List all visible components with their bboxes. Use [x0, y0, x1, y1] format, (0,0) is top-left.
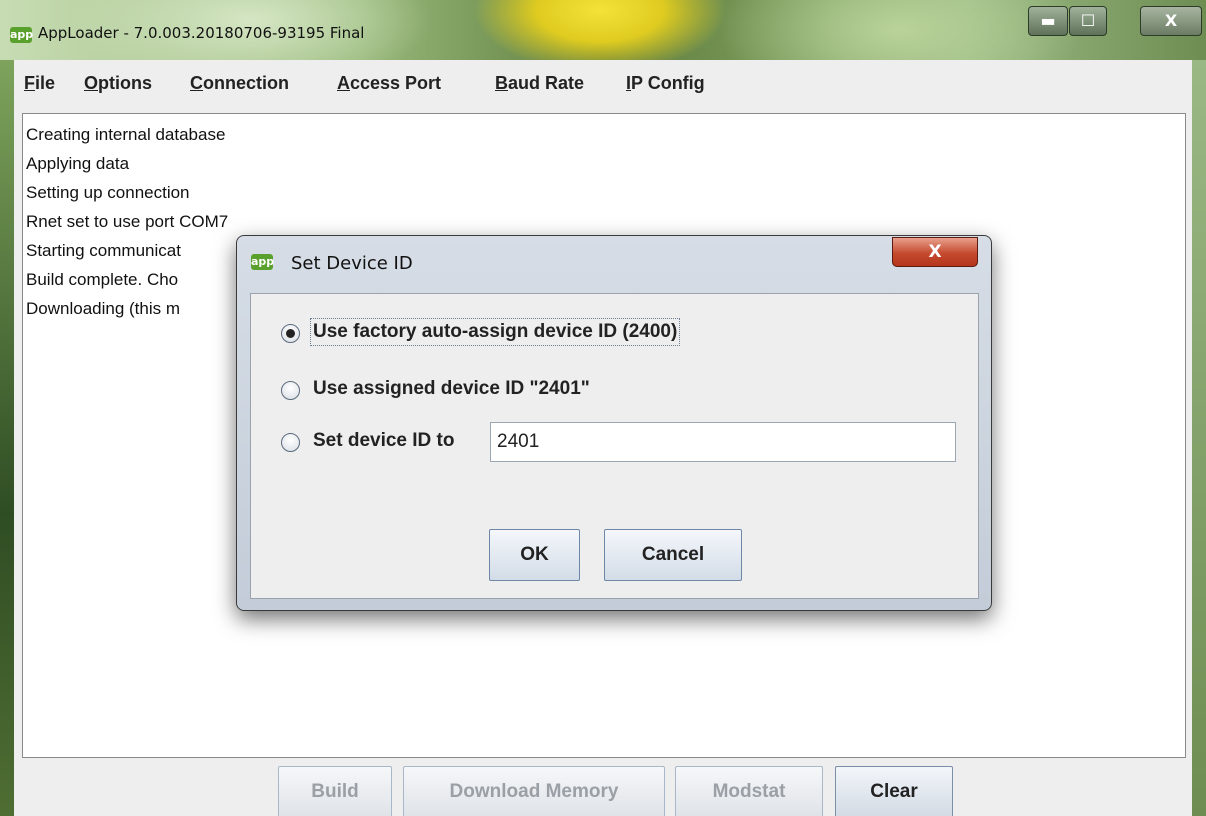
window-frame-left	[0, 60, 14, 816]
log-line: Creating internal database	[26, 125, 226, 144]
title-bar[interactable]: app AppLoader - 7.0.003.20180706-93195 F…	[0, 0, 1206, 60]
minimize-button[interactable]: ▬	[1028, 6, 1068, 36]
menu-baud-rate[interactable]: Baud Rate	[495, 73, 584, 94]
device-id-input[interactable]: 2401	[490, 422, 956, 462]
window-title: AppLoader - 7.0.003.20180706-93195 Final	[38, 24, 365, 42]
window-frame-right	[1192, 60, 1206, 816]
menu-access-port[interactable]: Access Port	[337, 73, 441, 94]
assigned-id-label: Use assigned device ID "2401"	[313, 378, 590, 399]
factory-id-label: Use factory auto-assign device ID (2400)	[309, 318, 681, 346]
dialog-title: Set Device ID	[291, 253, 413, 274]
app-icon: app	[10, 27, 34, 43]
set-device-id-dialog: app Set Device ID X Use factory auto-ass…	[236, 235, 992, 611]
clear-button[interactable]: Clear	[835, 766, 953, 816]
assigned-id-option[interactable]: Use assigned device ID "2401"	[281, 376, 661, 406]
log-line: Build complete. Cho	[26, 270, 179, 289]
ok-button[interactable]: OK	[489, 529, 580, 581]
menu-file[interactable]: File	[24, 73, 55, 94]
set-id-label: Set device ID to	[313, 430, 455, 451]
log-line: Downloading (this m	[26, 299, 181, 318]
dialog-app-icon: app	[251, 254, 275, 270]
menu-ip-config[interactable]: IP Config	[626, 73, 705, 94]
log-line: Starting communicat	[26, 241, 181, 260]
maximize-button[interactable]: ☐	[1069, 6, 1107, 36]
menu-bar: File Options Connection Access Port Baud…	[14, 60, 1192, 110]
dialog-close-button[interactable]: X	[892, 237, 978, 267]
radio-button-checked[interactable]	[281, 324, 300, 343]
log-line: Rnet set to use port COM7	[26, 212, 229, 231]
set-id-option[interactable]: Set device ID to	[281, 428, 481, 458]
log-line: Setting up connection	[26, 183, 190, 202]
factory-id-option[interactable]: Use factory auto-assign device ID (2400)	[281, 318, 761, 349]
cancel-button[interactable]: Cancel	[604, 529, 742, 581]
radio-button[interactable]	[281, 381, 300, 400]
download-memory-button[interactable]: Download Memory	[403, 766, 665, 816]
menu-options[interactable]: Options	[84, 73, 152, 94]
close-window-button[interactable]: X	[1140, 6, 1202, 36]
dialog-body: Use factory auto-assign device ID (2400)…	[250, 293, 979, 599]
menu-connection[interactable]: Connection	[190, 73, 289, 94]
build-button[interactable]: Build	[278, 766, 392, 816]
log-line: Applying data	[26, 154, 130, 173]
radio-button[interactable]	[281, 433, 300, 452]
modstat-button[interactable]: Modstat	[675, 766, 823, 816]
